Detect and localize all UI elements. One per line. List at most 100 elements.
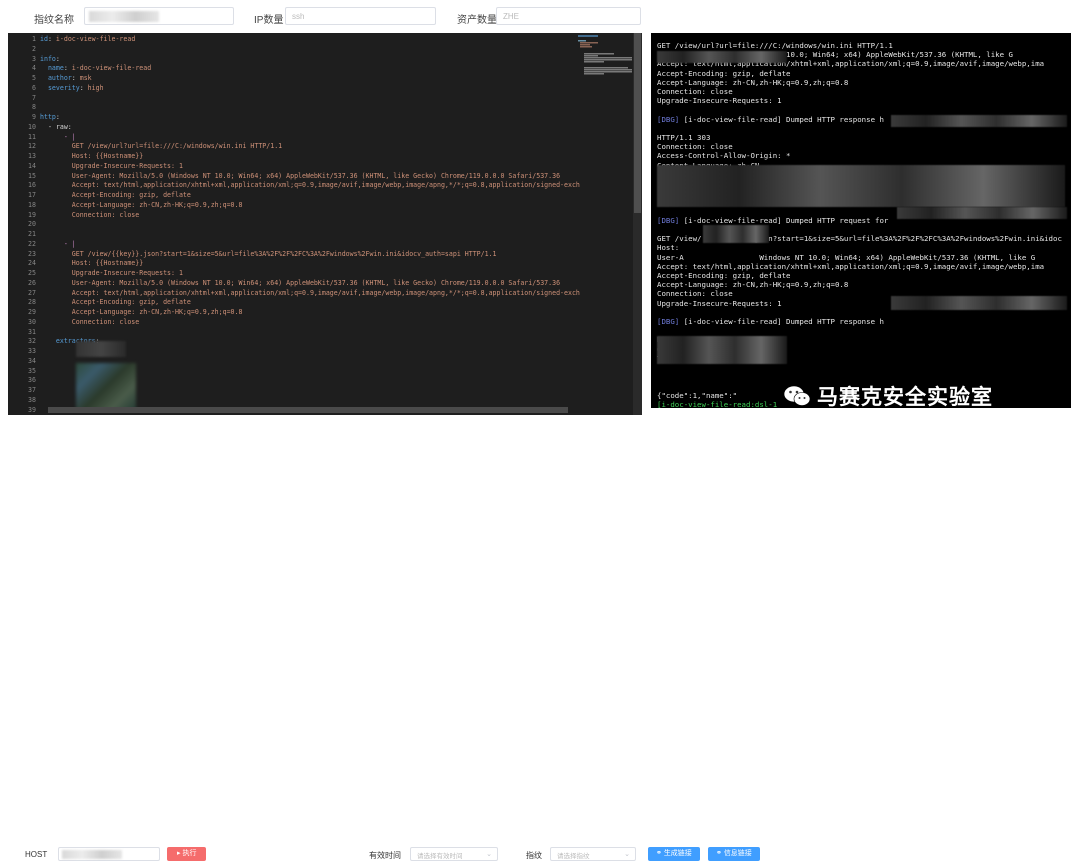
terminal-output[interactable]: [i-doc-view-file-read:dsl-1 {"code":1,"na… xyxy=(651,33,1071,408)
terminal-line: GET /view/url?url=file:///C:/windows/win… xyxy=(657,41,893,50)
fingerprint-select[interactable]: 请选择指纹 ⌄ xyxy=(550,847,636,861)
redacted-block xyxy=(897,207,1067,219)
ip-count-label: IP数量 xyxy=(254,15,284,26)
line-number: 4 xyxy=(32,64,36,73)
line-number: 13 xyxy=(28,152,36,160)
code-line: id: i-doc-view-file-read xyxy=(40,35,136,43)
code-line: - | xyxy=(40,132,76,141)
code-line: - | xyxy=(40,239,76,248)
line-number: 28 xyxy=(28,298,36,307)
code-line: http: xyxy=(40,113,60,121)
fingerprint-name-input[interactable] xyxy=(84,7,234,25)
fingerprint-label: 指纹 xyxy=(526,851,542,860)
line-number: 18 xyxy=(28,200,36,209)
link-icon: ⚭ xyxy=(716,850,724,857)
line-number: 33 xyxy=(28,347,36,355)
line-number: 9 xyxy=(32,113,36,121)
run-button[interactable]: ▸ 执行 xyxy=(167,847,207,861)
line-number: 34 xyxy=(28,356,36,365)
scrollbar-thumb[interactable] xyxy=(634,33,641,213)
line-number: 16 xyxy=(28,181,36,190)
redacted-block xyxy=(657,165,1065,207)
line-number: 29 xyxy=(28,308,36,316)
code-line: Accept: text/html,application/xhtml+xml,… xyxy=(40,181,580,190)
chevron-down-icon: ⌄ xyxy=(486,851,492,858)
terminal-line: {"code":1,"name":" xyxy=(657,390,738,400)
line-number: 10 xyxy=(28,122,36,131)
valid-time-select[interactable]: 请选择有效时间 ⌄ xyxy=(410,847,498,861)
line-number: 26 xyxy=(28,278,36,287)
terminal-line: Upgrade-Insecure-Requests: 1 xyxy=(657,298,782,308)
line-number: 12 xyxy=(28,142,36,151)
terminal-line: [i-doc-view-file-read:dsl-1 xyxy=(657,399,778,408)
terminal-line: Access-Control-Allow-Origin: * xyxy=(657,151,791,161)
terminal-line: [DBG] [i-doc-view-file-read] Dumped HTTP… xyxy=(657,317,884,326)
code-line: GET /view/{{key}}.json?start=1&size=5&ur… xyxy=(40,249,497,258)
valid-time-label: 有效时间 xyxy=(369,851,401,860)
info-link-button[interactable]: ⚭ 信息链接 xyxy=(708,847,760,861)
terminal-line: Connection: close xyxy=(657,87,733,96)
yaml-editor[interactable]: 1 2 3 4 5 6 7 8 9 10 11 12 13 14 15 16 17 18 19 20 21 22 23 24 2… xyxy=(8,33,642,415)
action-bar: HOST ▸ 执行 有效时间 请选择有效时间 ⌄ 指纹 请选择指纹 ⌄ ⚭ 生成… xyxy=(0,420,1080,861)
line-number: 8 xyxy=(32,103,36,112)
code-line: Accept-Encoding: gzip, deflate xyxy=(40,298,191,307)
vertical-scrollbar[interactable] xyxy=(633,33,642,415)
line-number: 6 xyxy=(32,83,36,92)
code-line: Upgrade-Insecure-Requests: 1 xyxy=(40,269,183,277)
code-line: Host: {{Hostname}} xyxy=(40,259,144,268)
code-line: User-Agent: Mozilla/5.0 (Windows NT 10.0… xyxy=(40,171,561,180)
wechat-icon xyxy=(783,385,811,406)
line-number: 20 xyxy=(28,220,36,229)
line-number: 7 xyxy=(32,93,36,102)
terminal-line: Accept-Encoding: gzip, deflate xyxy=(657,271,791,280)
line-number: 30 xyxy=(28,317,36,326)
line-number: 39 xyxy=(28,405,36,414)
ip-count-input[interactable]: ssh xyxy=(285,7,436,25)
host-label: HOST xyxy=(25,850,48,859)
terminal-line: Connection: close xyxy=(657,289,733,299)
host-input[interactable] xyxy=(58,847,160,861)
code-line: Accept: text/html,application/xhtml+xml,… xyxy=(40,288,580,297)
terminal-line: Host: xyxy=(657,243,680,253)
watermark-text: 马赛克安全实验室 xyxy=(817,386,993,409)
line-number: 14 xyxy=(28,161,36,170)
code-line: Accept-Language: zh-CN,zh-HK;q=0.9,zh;q=… xyxy=(40,200,243,209)
redacted-block xyxy=(76,341,126,357)
terminal-line: HTTP/1.1 303 xyxy=(657,133,711,142)
line-number: 23 xyxy=(28,249,36,258)
asset-count-input[interactable]: ZHE xyxy=(496,7,641,25)
line-number: 36 xyxy=(28,376,36,385)
line-number: 17 xyxy=(28,191,36,199)
line-number: 38 xyxy=(28,395,36,404)
fingerprint-name-label: 指纹名称 xyxy=(34,15,74,26)
terminal-line: Upgrade-Insecure-Requests: 1 xyxy=(657,96,782,106)
minimap[interactable] xyxy=(578,35,632,95)
generate-link-button[interactable]: ⚭ 生成链接 xyxy=(648,847,700,861)
line-number: 22 xyxy=(28,239,36,248)
code-line: Connection: close xyxy=(40,210,140,219)
code-line: GET /view/url?url=file:///C:/windows/win… xyxy=(40,142,283,151)
line-number: 2 xyxy=(32,44,36,53)
code-line: Upgrade-Insecure-Requests: 1 xyxy=(40,161,183,170)
line-number: 19 xyxy=(28,210,36,219)
line-number: 32 xyxy=(28,337,36,346)
line-number: 31 xyxy=(28,327,36,336)
code-line: Accept-Encoding: gzip, deflate xyxy=(40,191,191,199)
redacted-block xyxy=(657,336,787,364)
horizontal-scrollbar[interactable] xyxy=(48,407,568,413)
redacted-block xyxy=(891,296,1067,310)
redacted-value xyxy=(89,11,159,22)
line-number: 37 xyxy=(28,386,36,394)
line-number: 27 xyxy=(28,288,36,297)
chevron-down-icon: ⌄ xyxy=(624,851,630,858)
code-line: Accept-Language: zh-CN,zh-HK;q=0.9,zh;q=… xyxy=(40,308,243,316)
filter-bar: 指纹名称 IP数量 ssh 资产数量 ZHE xyxy=(0,0,1080,32)
redacted-block xyxy=(76,363,136,411)
redacted-block xyxy=(891,115,1067,127)
line-number: 25 xyxy=(28,269,36,277)
code-line: - raw: xyxy=(40,122,72,131)
terminal-line: [DBG] [i-doc-view-file-read] Dumped HTTP… xyxy=(657,215,889,225)
code-line: Connection: close xyxy=(40,317,140,326)
code-line: User-Agent: Mozilla/5.0 (Windows NT 10.0… xyxy=(40,278,561,287)
terminal-line: User-A Windows NT 10.0; Win64; x64) Appl… xyxy=(657,252,1036,262)
